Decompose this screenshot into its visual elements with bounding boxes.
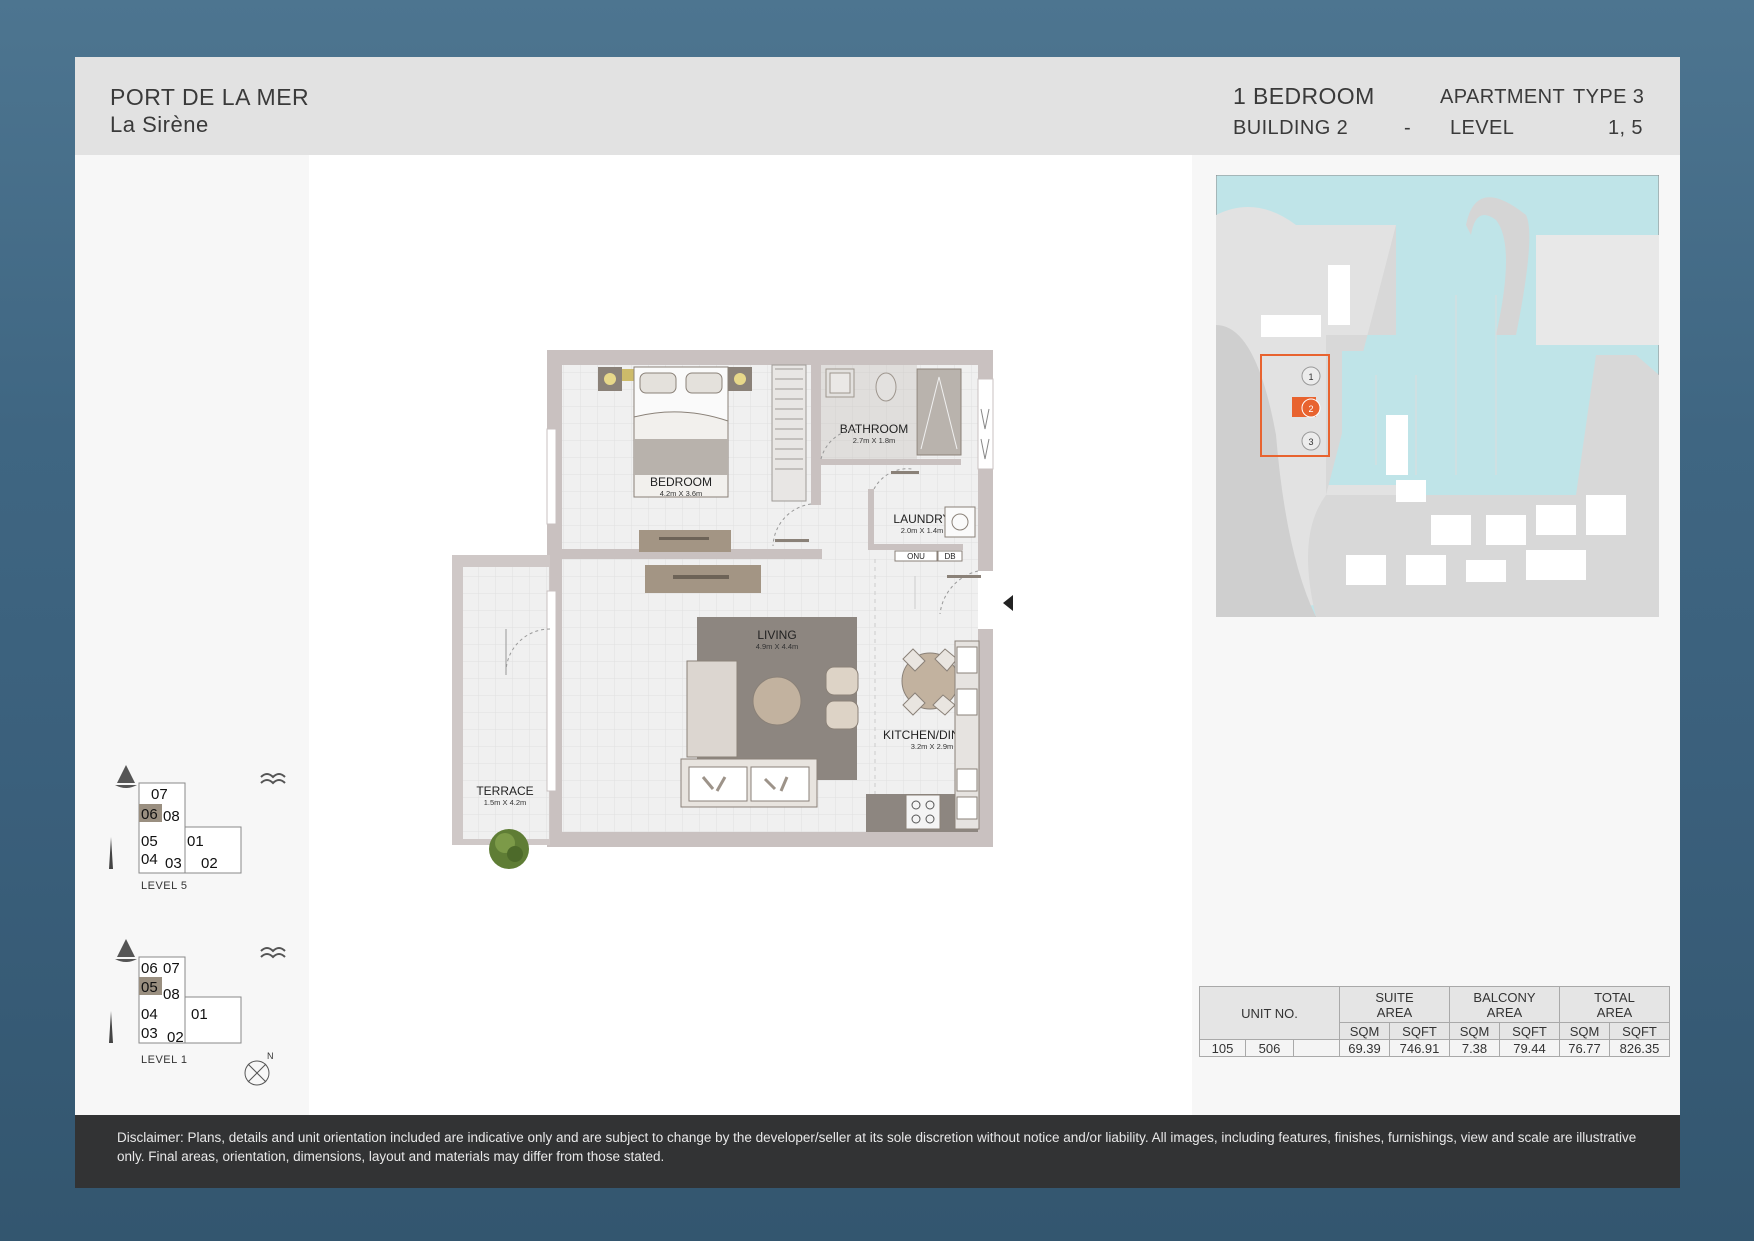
bedroom-label: BEDROOM <box>650 475 712 489</box>
l5-unit-05: 05 <box>141 833 158 850</box>
total-sqft-value: 826.35 <box>1609 1039 1670 1057</box>
suite-sqft-header: SQFT <box>1389 1022 1450 1040</box>
north-arrow-icon <box>244 1060 270 1086</box>
dash-separator: - <box>1404 117 1412 139</box>
onu-label: ONU <box>907 552 925 561</box>
l5-unit-01: 01 <box>187 833 204 850</box>
l1-unit-06: 06 <box>141 960 158 977</box>
disclaimer-text: Disclaimer: Plans, details and unit orie… <box>117 1130 1637 1164</box>
north-label: N <box>267 1051 274 1061</box>
balcony-sqm-value: 7.38 <box>1449 1039 1500 1057</box>
key-plans: 07 06 08 05 01 04 03 02 LEVEL 5 06 07 05… <box>109 765 286 1086</box>
balcony-sqft-header: SQFT <box>1499 1022 1560 1040</box>
header-bar: PORT DE LA MER La Sirène 1 BEDROOM APART… <box>75 57 1680 155</box>
l5-unit-03: 03 <box>165 855 182 872</box>
level-5-label: LEVEL 5 <box>141 880 188 892</box>
building-name: La Sirène <box>110 112 209 137</box>
unit-no-header: UNIT NO. <box>1199 986 1340 1040</box>
laundry-size: 2.0m X 1.4m <box>901 526 944 535</box>
l5-unit-02: 02 <box>201 855 218 872</box>
terrace-label: TERRACE <box>476 784 533 798</box>
balcony-area-header: BALCONY AREA <box>1449 986 1560 1023</box>
site-building-2: 2 <box>1308 404 1313 414</box>
terrace-size: 1.5m X 4.2m <box>484 798 527 807</box>
total-sqm-value: 76.77 <box>1559 1039 1610 1057</box>
db-label: DB <box>944 552 955 561</box>
bedroom-size: 4.2m X 3.6m <box>660 489 703 498</box>
l1-unit-03: 03 <box>141 1025 158 1042</box>
area-table: UNIT NO. SUITE AREA BALCONY AREA TOTAL A… <box>1199 986 1670 1057</box>
suite-area-header: SUITE AREA <box>1339 986 1450 1023</box>
apartment-label: APARTMENT <box>1440 86 1566 108</box>
living-size: 4.9m X 4.4m <box>756 642 799 651</box>
floor-plan-sheet: PORT DE LA MER La Sirène 1 BEDROOM APART… <box>75 57 1680 1188</box>
tower-icon <box>109 1011 113 1043</box>
l1-unit-07: 07 <box>163 960 180 977</box>
unit-number-b: 506 <box>1245 1039 1294 1057</box>
l1-unit-01: 01 <box>191 1006 208 1023</box>
disclaimer-footer: Disclaimer: Plans, details and unit orie… <box>75 1115 1680 1188</box>
level-label: LEVEL <box>1450 117 1515 139</box>
building-label: BUILDING 2 <box>1233 117 1349 139</box>
sea-waves-icon <box>260 773 286 785</box>
l1-unit-08: 08 <box>163 986 180 1003</box>
bathroom-size: 2.7m X 1.8m <box>853 436 896 445</box>
l1-unit-05: 05 <box>141 979 158 996</box>
bathroom-label: BATHROOM <box>840 422 908 436</box>
unit-number-blank <box>1293 1039 1340 1057</box>
unit-number-a: 105 <box>1199 1039 1246 1057</box>
total-area-header: TOTAL AREA <box>1559 986 1670 1023</box>
l1-unit-02: 02 <box>167 1029 184 1046</box>
total-sqft-header: SQFT <box>1609 1022 1670 1040</box>
laundry-label: LAUNDRY <box>893 512 950 526</box>
levels-value: 1, 5 <box>1608 117 1643 139</box>
kitchen-size: 3.2m X 2.9m <box>911 742 954 751</box>
balcony-sqft-value: 79.44 <box>1499 1039 1560 1057</box>
suite-sqm-header: SQM <box>1339 1022 1390 1040</box>
site-building-3: 3 <box>1308 437 1313 447</box>
table-row: 105 506 69.39 746.91 7.38 79.44 76.77 82… <box>1199 1039 1670 1057</box>
l5-unit-07: 07 <box>151 786 168 803</box>
type-label: TYPE 3 <box>1573 86 1645 108</box>
suite-sqft-value: 746.91 <box>1389 1039 1450 1057</box>
total-sqm-header: SQM <box>1559 1022 1610 1040</box>
boat-icon <box>115 939 137 962</box>
boat-icon <box>115 765 137 788</box>
balcony-sqm-header: SQM <box>1449 1022 1500 1040</box>
unit-type: 1 BEDROOM <box>1233 83 1375 109</box>
site-building-1: 1 <box>1308 372 1313 382</box>
project-name: PORT DE LA MER <box>110 84 310 110</box>
l1-unit-04: 04 <box>141 1006 158 1023</box>
living-label: LIVING <box>757 628 796 642</box>
site-plan: 1 2 3 <box>1216 175 1659 617</box>
l5-unit-08: 08 <box>163 808 180 825</box>
floor-plan: BEDROOM 4.2m X 3.6m BATHROOM 2.7m X 1.8m… <box>452 350 1013 869</box>
sea-waves-icon <box>260 947 286 959</box>
l5-unit-06: 06 <box>141 806 158 823</box>
suite-sqm-value: 69.39 <box>1339 1039 1390 1057</box>
level-1-label: LEVEL 1 <box>141 1054 188 1066</box>
tower-icon <box>109 837 113 869</box>
l5-unit-04: 04 <box>141 851 158 868</box>
